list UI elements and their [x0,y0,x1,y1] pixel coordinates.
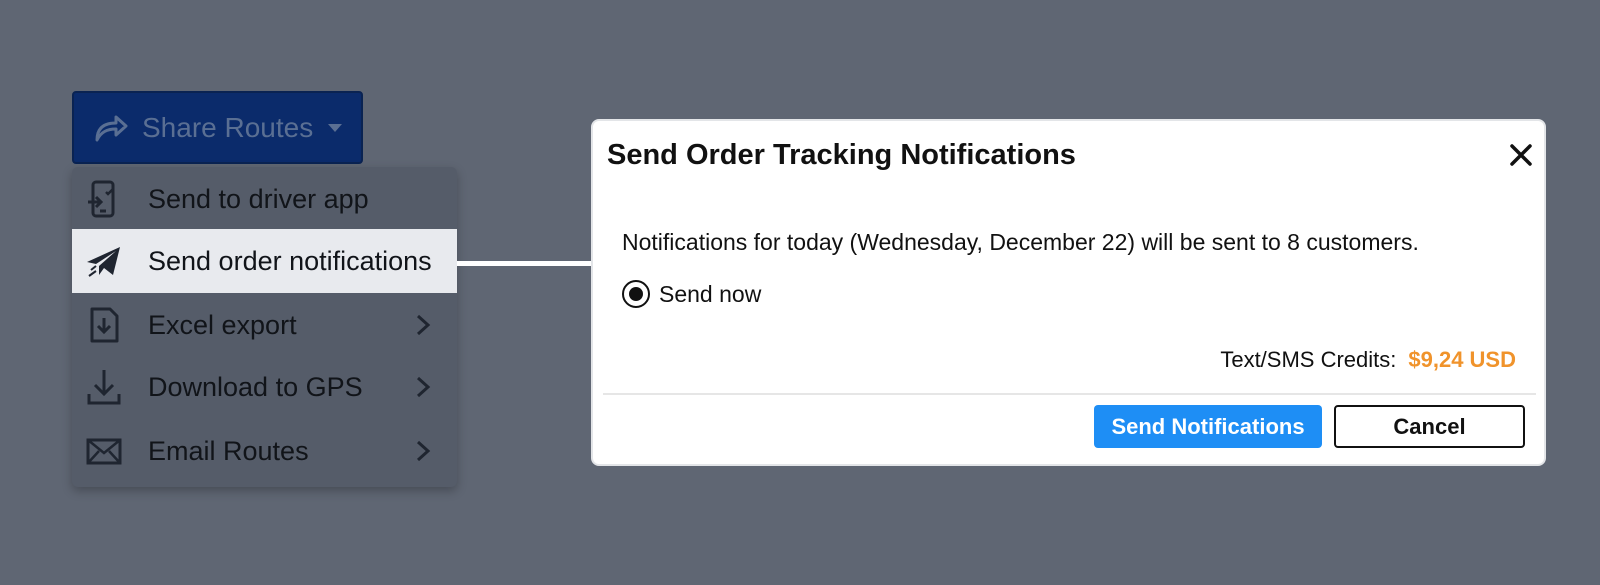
file-download-icon [90,307,119,343]
menu-item-label: Excel export [148,309,297,340]
share-routes-label: Share Routes [142,111,314,143]
share-routes-menu: Send to driver app Send order notificati… [72,167,457,487]
send-now-label: Send now [659,280,762,307]
close-icon[interactable] [1509,143,1533,167]
callout-connector [457,261,591,266]
download-icon [87,370,121,405]
send-now-radio[interactable] [622,280,650,308]
share-routes-button[interactable]: Share Routes [72,91,363,164]
menu-item-label: Download to GPS [148,371,363,402]
phone-send-icon [88,180,115,218]
menu-item-excel-export[interactable]: Excel export [72,293,457,357]
chevron-right-icon [416,376,431,398]
credits-value: $9,24 USD [1408,347,1516,372]
menu-item-send-order-notifications[interactable]: Send order notifications [72,229,457,293]
credits-label: Text/SMS Credits: [1220,347,1397,372]
envelope-icon [86,438,122,465]
caret-down-icon [328,123,343,132]
send-notifications-dialog: Send Order Tracking Notifications Notifi… [591,119,1546,466]
chevron-right-icon [416,314,431,336]
share-arrow-icon [95,115,128,141]
radio-selected-dot [629,287,643,301]
menu-item-send-to-driver-app[interactable]: Send to driver app [72,167,457,231]
chevron-right-icon [416,440,431,462]
send-notifications-button[interactable]: Send Notifications [1094,405,1322,448]
dialog-divider [603,393,1536,395]
menu-item-label: Send to driver app [148,183,369,214]
menu-item-label: Email Routes [148,435,309,466]
cancel-button[interactable]: Cancel [1334,405,1525,448]
menu-item-download-to-gps[interactable]: Download to GPS [72,355,457,419]
send-now-option[interactable]: Send now [622,279,761,309]
notification-message: Notifications for today (Wednesday, Dece… [622,229,1419,255]
dialog-title: Send Order Tracking Notifications [607,139,1076,171]
sms-credits: Text/SMS Credits: $9,24 USD [1220,347,1516,373]
menu-item-label: Send order notifications [148,245,432,276]
menu-item-email-routes[interactable]: Email Routes [72,419,457,483]
paper-plane-icon [87,247,120,277]
